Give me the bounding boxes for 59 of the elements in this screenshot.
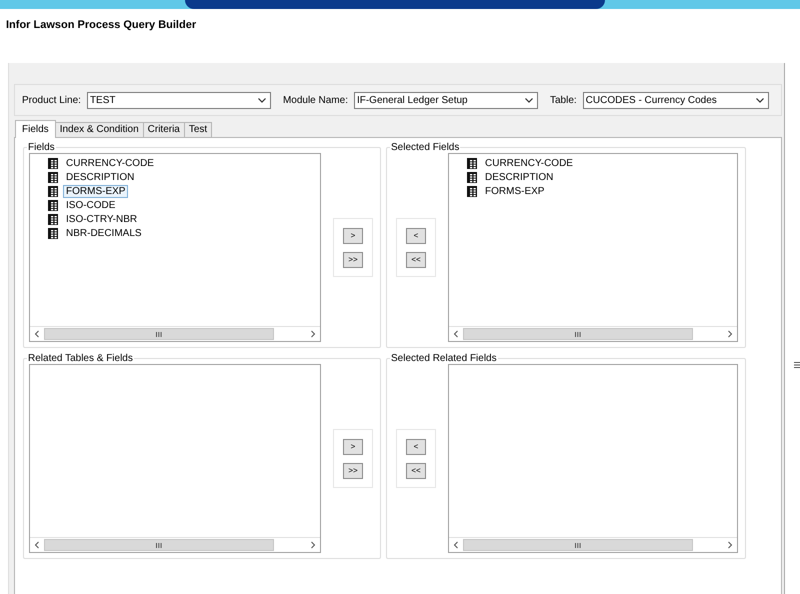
- list-item[interactable]: CURRENCY-CODE: [482, 156, 576, 170]
- move-button[interactable]: >>: [343, 252, 363, 268]
- move-button[interactable]: <: [406, 438, 426, 454]
- caret-icon: [258, 98, 266, 102]
- dropdown[interactable]: IF-General Ledger Setup: [354, 92, 538, 108]
- table-icon: [48, 186, 58, 196]
- table-icon: [467, 172, 477, 182]
- field-label: Module Name:: [282, 94, 348, 106]
- group-title: Selected Related Fields: [390, 353, 498, 364]
- horizontal-scrollbar[interactable]: [449, 326, 737, 341]
- window-title: Infor Lawson Process Query Builder: [6, 19, 196, 31]
- scrollbar-thumb[interactable]: [463, 539, 693, 551]
- table-icon: [467, 186, 477, 196]
- table-icon: [48, 228, 58, 238]
- move-button[interactable]: <: [406, 228, 426, 244]
- splitter-grip-icon[interactable]: [794, 362, 800, 368]
- list-item[interactable]: NBR-DECIMALS: [63, 226, 145, 240]
- list-item[interactable]: ISO-CODE: [63, 198, 118, 212]
- list-item[interactable]: DESCRIPTION: [482, 170, 556, 184]
- table-icon: [48, 172, 58, 182]
- tab[interactable]: Test: [184, 122, 212, 137]
- group-title: Selected Fields: [390, 142, 460, 153]
- table-icon: [467, 158, 477, 168]
- scrollbar-thumb[interactable]: [463, 328, 693, 340]
- dropdown[interactable]: TEST: [86, 92, 271, 108]
- grip-icon: [575, 332, 581, 336]
- scrollbar-thumb[interactable]: [44, 328, 274, 340]
- field-label: Product Line:: [22, 94, 81, 106]
- tab[interactable]: Criteria: [142, 122, 185, 137]
- list-box[interactable]: CURRENCY-CODE DESCRIPTION FORMS-EXP ISO-CODE ISO-CTRY-NBR NBR-DECIMALS: [29, 153, 321, 342]
- list-item[interactable]: ISO-CTRY-NBR: [63, 212, 140, 226]
- move-button[interactable]: >: [343, 228, 363, 244]
- table-icon: [48, 158, 58, 168]
- caret-icon: [756, 98, 764, 102]
- list-item[interactable]: DESCRIPTION: [63, 170, 138, 184]
- horizontal-scrollbar[interactable]: [30, 537, 320, 552]
- table-icon: [48, 214, 58, 224]
- move-button[interactable]: >>: [343, 462, 363, 478]
- grip-icon: [156, 542, 162, 548]
- list-item[interactable]: FORMS-EXP: [482, 184, 548, 198]
- scrollbar-thumb[interactable]: [44, 539, 274, 551]
- list-item[interactable]: FORMS-EXP: [63, 184, 128, 198]
- table-icon: [48, 200, 58, 210]
- group-title: Fields: [27, 142, 56, 153]
- dropdown[interactable]: CUCODES - Currency Codes: [582, 92, 769, 108]
- list-item[interactable]: CURRENCY-CODE: [63, 156, 157, 170]
- list-box[interactable]: CURRENCY-CODE DESCRIPTION FORMS-EXP: [448, 153, 738, 342]
- move-button[interactable]: >: [343, 438, 363, 454]
- grip-icon: [156, 332, 162, 336]
- horizontal-scrollbar[interactable]: [30, 326, 320, 341]
- move-button[interactable]: <<: [406, 252, 426, 268]
- move-button[interactable]: <<: [406, 462, 426, 478]
- field-label: Table:: [550, 94, 577, 106]
- caret-icon: [524, 98, 533, 102]
- group-title: Related Tables & Fields: [27, 353, 134, 364]
- grip-icon: [575, 542, 581, 548]
- horizontal-scrollbar[interactable]: [449, 537, 737, 552]
- tab[interactable]: Index & Condition: [54, 122, 144, 137]
- tab[interactable]: Fields: [15, 120, 56, 138]
